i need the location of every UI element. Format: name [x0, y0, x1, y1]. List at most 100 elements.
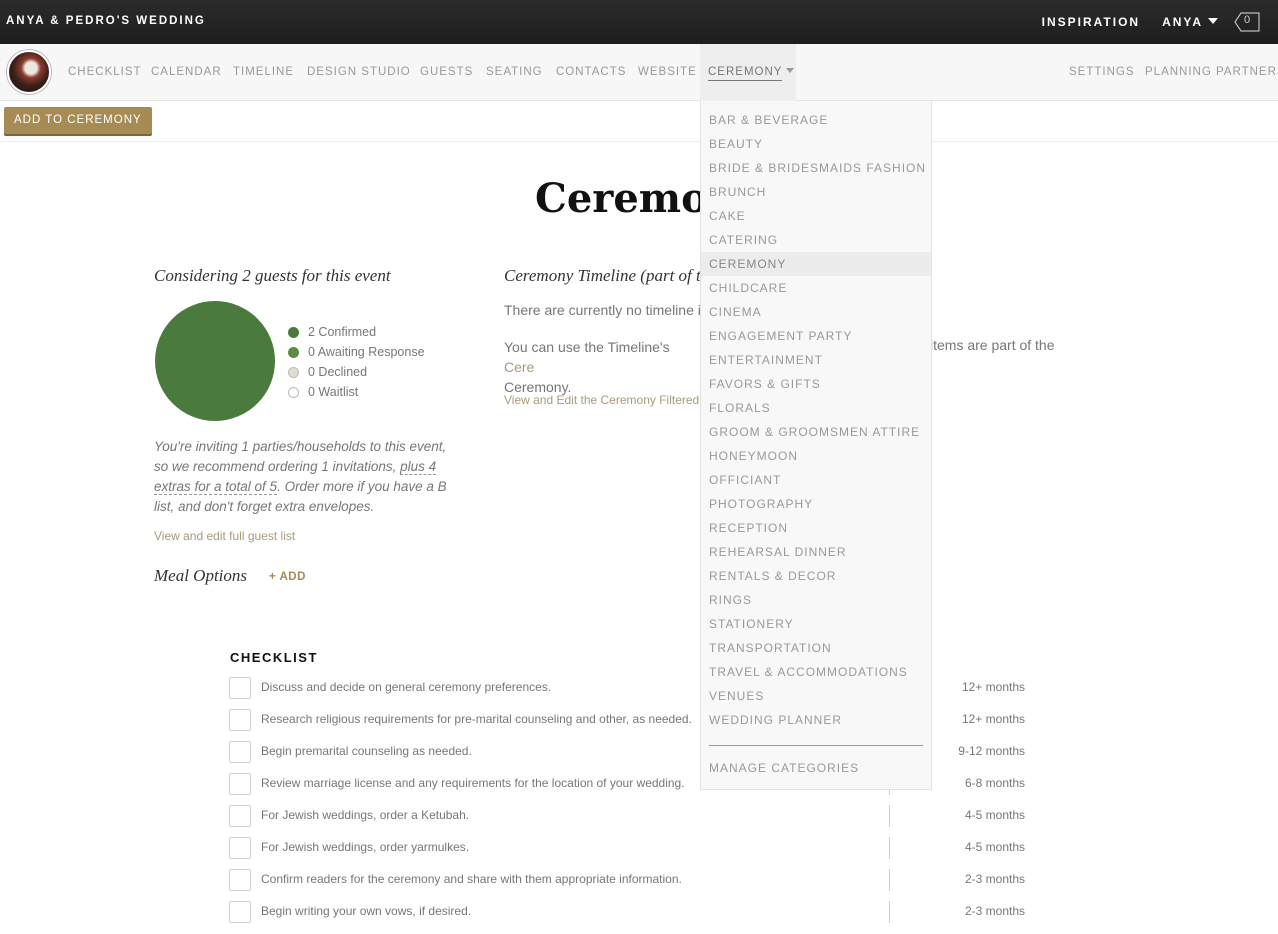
checklist-checkbox[interactable]: [229, 901, 251, 923]
cart-button[interactable]: 0: [1234, 12, 1260, 32]
dropdown-item-honeymoon[interactable]: HONEYMOON: [701, 444, 931, 468]
dropdown-item-brunch[interactable]: BRUNCH: [701, 180, 931, 204]
top-bar: ANYA & PEDRO'S WEDDING INSPIRATION ANYA …: [0, 0, 1278, 44]
checklist-item-timing: 12+ months: [961, 680, 1025, 694]
checklist-checkbox[interactable]: [229, 677, 251, 699]
dropdown-item-rehearsal-dinner[interactable]: REHEARSAL DINNER: [701, 540, 931, 564]
nav-website[interactable]: WEBSITE: [638, 44, 697, 101]
invite-recommendation: You're inviting 1 parties/households to …: [154, 437, 454, 517]
guest-list-link[interactable]: View and edit full guest list: [154, 529, 295, 543]
checklist-item-timing: 2-3 months: [964, 904, 1025, 918]
dropdown-item-favors-gifts[interactable]: FAVORS & GIFTS: [701, 372, 931, 396]
timeline-filtered-link[interactable]: View and Edit the Ceremony Filtered Time…: [504, 393, 700, 407]
checklist-item: Confirm readers for the ceremony and sha…: [229, 869, 1025, 891]
checklist-checkbox[interactable]: [229, 773, 251, 795]
dropdown-item-entertainment[interactable]: ENTERTAINMENT: [701, 348, 931, 372]
nav-seating[interactable]: SEATING: [486, 44, 543, 101]
manage-categories[interactable]: MANAGE CATEGORIES: [701, 756, 931, 780]
dropdown-item-photography[interactable]: PHOTOGRAPHY: [701, 492, 931, 516]
dropdown-item-engagement-party[interactable]: ENGAGEMENT PARTY: [701, 324, 931, 348]
cart-count: 0: [1244, 14, 1251, 26]
awaiting-dot: [288, 346, 299, 358]
nav-ceremony[interactable]: CEREMONY: [700, 44, 796, 101]
add-to-ceremony-button[interactable]: ADD TO CEREMONY: [4, 107, 152, 134]
timeline-help-text: You can use the Timeline's Cere Ceremony.: [504, 337, 700, 397]
legend-item: 0 Waitlist: [288, 382, 425, 402]
dropdown-item-beauty[interactable]: BEAUTY: [701, 132, 931, 156]
checklist-item-text[interactable]: For Jewish weddings, order yarmulkes.: [261, 840, 469, 854]
main-nav: CHECKLIST CALENDAR TIMELINE DESIGN STUDI…: [0, 44, 1278, 101]
checklist-item: For Jewish weddings, order yarmulkes. 4-5…: [229, 837, 1025, 859]
nav-settings[interactable]: SETTINGS: [1069, 44, 1135, 101]
checklist-item: For Jewish weddings, order a Ketubah. 4-5…: [229, 805, 1025, 827]
dropdown-item-rentals-decor[interactable]: RENTALS & DECOR: [701, 564, 931, 588]
nav-checklist[interactable]: CHECKLIST: [68, 44, 142, 101]
action-bar: ADD TO CEREMONY: [0, 101, 1278, 142]
nav-planning-partners[interactable]: PLANNING PARTNERS: [1145, 44, 1278, 101]
checklist-item-timing: 12+ months: [961, 712, 1025, 726]
nav-timeline[interactable]: TIMELINE: [233, 44, 294, 101]
checklist-divider: [889, 869, 890, 891]
dropdown-item-transportation[interactable]: TRANSPORTATION: [701, 636, 931, 660]
checklist-item-text[interactable]: Research religious requirements for pre-…: [261, 712, 692, 726]
declined-dot: [288, 366, 299, 378]
dropdown-item-rings[interactable]: RINGS: [701, 588, 931, 612]
checklist-divider: [889, 837, 890, 859]
legend-item: 2 Confirmed: [288, 322, 425, 342]
inspiration-link[interactable]: INSPIRATION: [1042, 15, 1140, 29]
timeline-help-part: You can use the Timeline's: [504, 339, 670, 355]
user-menu[interactable]: ANYA: [1162, 15, 1218, 29]
wedding-brand[interactable]: ANYA & PEDRO'S WEDDING: [6, 15, 206, 27]
timeline-help-tail: items are part of the: [930, 337, 1055, 353]
dropdown-item-bride-bridesmaids-fashion[interactable]: BRIDE & BRIDESMAIDS FASHION: [701, 156, 931, 180]
meal-options-heading: Meal Options: [154, 566, 248, 585]
dropdown-item-ceremony[interactable]: CEREMONY: [701, 252, 931, 276]
checklist-checkbox[interactable]: [229, 837, 251, 859]
nav-design-studio[interactable]: DESIGN STUDIO: [307, 44, 411, 101]
checklist-item-text[interactable]: Discuss and decide on general ceremony p…: [261, 680, 551, 694]
timeline-empty-text: There are currently no timeline items: [504, 302, 700, 318]
legend-label: 2 Confirmed: [308, 325, 377, 339]
checklist-item-timing: 2-3 months: [964, 872, 1025, 886]
avatar[interactable]: [7, 50, 51, 94]
chevron-down-icon: [786, 68, 795, 73]
checklist-item-timing: 6-8 months: [964, 776, 1025, 790]
nav-calendar[interactable]: CALENDAR: [151, 44, 222, 101]
checklist-checkbox[interactable]: [229, 709, 251, 731]
dropdown-item-childcare[interactable]: CHILDCARE: [701, 276, 931, 300]
waitlist-dot: [288, 386, 299, 398]
guests-heading: Considering 2 guests for this event: [154, 266, 391, 285]
checklist-item-text[interactable]: Begin premarital counseling as needed.: [261, 744, 472, 758]
dropdown-item-groom-groomsmen-attire[interactable]: GROOM & GROOMSMEN ATTIRE: [701, 420, 931, 444]
checklist-item-text[interactable]: Review marriage license and any requirem…: [261, 776, 685, 790]
legend-item: 0 Declined: [288, 362, 425, 382]
dropdown-item-travel-accommodations[interactable]: TRAVEL & ACCOMMODATIONS: [701, 660, 931, 684]
checklist-item-text[interactable]: Confirm readers for the ceremony and sha…: [261, 872, 682, 886]
checklist-item-text[interactable]: Begin writing your own vows, if desired.: [261, 904, 471, 918]
top-right-menu: INSPIRATION ANYA 0: [1020, 0, 1260, 44]
dropdown-item-wedding-planner[interactable]: WEDDING PLANNER: [701, 708, 931, 732]
dropdown-item-catering[interactable]: CATERING: [701, 228, 931, 252]
nav-guests[interactable]: GUESTS: [420, 44, 473, 101]
dropdown-divider: [709, 745, 923, 746]
checklist-checkbox[interactable]: [229, 741, 251, 763]
checklist-checkbox[interactable]: [229, 805, 251, 827]
dropdown-item-cake[interactable]: CAKE: [701, 204, 931, 228]
nav-contacts[interactable]: CONTACTS: [556, 44, 626, 101]
dropdown-item-cinema[interactable]: CINEMA: [701, 300, 931, 324]
checklist-item-timing: 4-5 months: [964, 808, 1025, 822]
dropdown-item-bar-beverage[interactable]: BAR & BEVERAGE: [701, 108, 931, 132]
timeline-filter-link[interactable]: Cere: [504, 359, 534, 375]
dropdown-item-reception[interactable]: RECEPTION: [701, 516, 931, 540]
dropdown-item-venues[interactable]: VENUES: [701, 684, 931, 708]
dropdown-item-florals[interactable]: FLORALS: [701, 396, 931, 420]
legend-label: 0 Awaiting Response: [308, 345, 425, 359]
dropdown-item-stationery[interactable]: STATIONERY: [701, 612, 931, 636]
checklist-heading: CHECKLIST: [230, 650, 318, 665]
guest-legend: 2 Confirmed 0 Awaiting Response 0 Declin…: [288, 322, 425, 402]
checklist-checkbox[interactable]: [229, 869, 251, 891]
nav-ceremony-label: CEREMONY: [708, 66, 783, 81]
checklist-item-text[interactable]: For Jewish weddings, order a Ketubah.: [261, 808, 469, 822]
add-meal-option-button[interactable]: + ADD: [269, 571, 306, 583]
dropdown-item-officiant[interactable]: OFFICIANT: [701, 468, 931, 492]
